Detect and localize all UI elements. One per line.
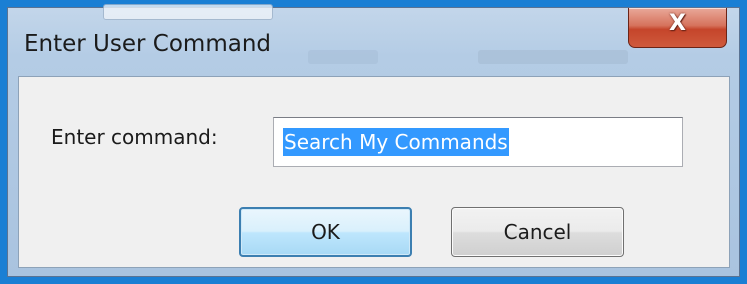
dialog-title: Enter User Command [24, 31, 271, 57]
command-input[interactable]: Search My Commands [273, 117, 683, 167]
close-icon: X [669, 11, 686, 36]
cancel-button[interactable]: Cancel [451, 207, 624, 257]
ok-button[interactable]: OK [239, 207, 412, 257]
dialog-body: Enter command: Search My Commands OK Can… [18, 76, 730, 268]
close-button[interactable]: X [628, 8, 727, 48]
command-input-value: Search My Commands [283, 128, 509, 156]
title-bar[interactable]: Enter User Command X [8, 8, 739, 70]
dialog-window: Enter User Command X Enter command: Sear… [7, 4, 740, 277]
command-label: Enter command: [51, 125, 218, 149]
